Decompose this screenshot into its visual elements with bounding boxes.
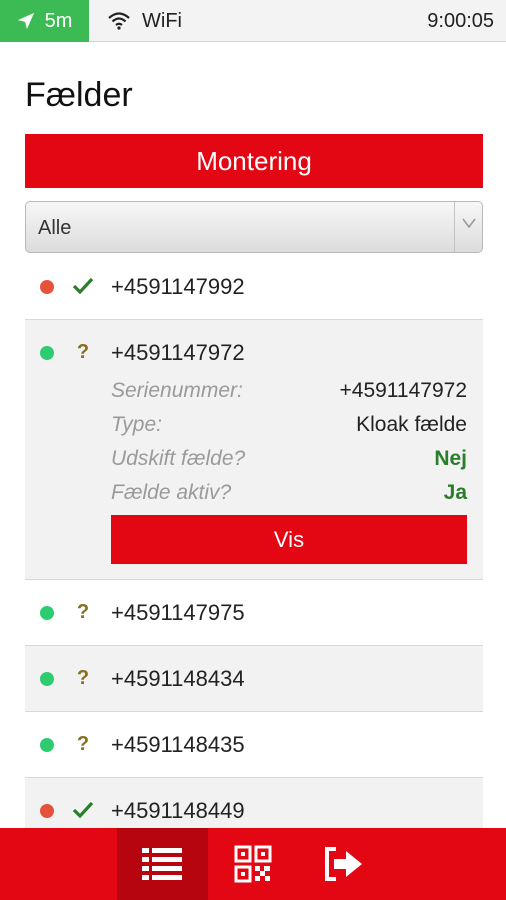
qr-code-icon bbox=[234, 845, 272, 883]
check-icon bbox=[71, 798, 95, 822]
question-icon: ? bbox=[76, 732, 90, 755]
trap-number: +4591147975 bbox=[111, 600, 245, 625]
filter-select-value: Alle bbox=[38, 217, 72, 239]
location-arrow-icon bbox=[17, 12, 34, 30]
location-badge: 5m bbox=[0, 0, 89, 42]
detail-label: Udskift fælde? bbox=[111, 447, 246, 470]
page-title: Fælder bbox=[25, 76, 133, 114]
detail-row-replace: Udskift fælde? Nej bbox=[111, 442, 467, 476]
trap-row[interactable]: ? +4591148434 bbox=[25, 646, 483, 712]
detail-row-active: Fælde aktiv? Ja bbox=[111, 476, 467, 510]
filter-select[interactable]: Alle bbox=[25, 201, 483, 253]
list-icon bbox=[142, 848, 182, 880]
detail-value: Nej bbox=[434, 447, 467, 470]
trap-number: +4591147972 bbox=[111, 340, 245, 365]
detail-label: Fælde aktiv? bbox=[111, 481, 232, 504]
dropdown-arrow bbox=[454, 202, 482, 252]
question-icon: ? bbox=[76, 600, 90, 623]
detail-value: Kloak fælde bbox=[356, 413, 467, 436]
status-bar: 5m WiFi 9:00:05 bbox=[0, 0, 506, 42]
trap-row[interactable]: +4591147992 bbox=[25, 254, 483, 320]
status-dot bbox=[40, 672, 54, 686]
bottom-tab-bar bbox=[0, 828, 506, 900]
trap-row[interactable]: ? +4591147975 bbox=[25, 580, 483, 646]
montering-button[interactable]: Montering bbox=[25, 134, 483, 188]
status-dot bbox=[40, 606, 54, 620]
chevron-down-icon bbox=[461, 218, 476, 228]
network-status: WiFi bbox=[108, 0, 182, 42]
detail-label: Type: bbox=[111, 413, 162, 436]
trap-list: +4591147992 ? +4591147972 Serienummer: +… bbox=[25, 254, 483, 844]
tab-qr-scan[interactable] bbox=[208, 828, 299, 900]
trap-row-expanded[interactable]: ? +4591147972 Serienummer: +4591147972 T… bbox=[25, 320, 483, 580]
detail-row-serial: Serienummer: +4591147972 bbox=[111, 374, 467, 408]
trap-row[interactable]: ? +4591148435 bbox=[25, 712, 483, 778]
question-icon: ? bbox=[76, 340, 90, 363]
trap-details: Serienummer: +4591147972 Type: Kloak fæl… bbox=[111, 374, 467, 510]
trap-number: +4591148435 bbox=[111, 732, 245, 757]
status-dot bbox=[40, 804, 54, 818]
tab-logout[interactable] bbox=[299, 828, 390, 900]
trap-number: +4591148434 bbox=[111, 666, 245, 691]
status-dot bbox=[40, 738, 54, 752]
network-label: WiFi bbox=[142, 9, 182, 32]
tab-list[interactable] bbox=[116, 828, 208, 900]
question-icon: ? bbox=[76, 666, 90, 689]
detail-label: Serienummer: bbox=[111, 379, 243, 402]
detail-value: Ja bbox=[443, 481, 467, 504]
clock: 9:00:05 bbox=[427, 10, 494, 32]
vis-button[interactable]: Vis bbox=[111, 515, 467, 564]
trap-number: +4591148449 bbox=[111, 798, 245, 823]
location-label: 5m bbox=[44, 9, 73, 32]
status-dot bbox=[40, 280, 54, 294]
detail-value: +4591147972 bbox=[339, 379, 468, 402]
wifi-icon bbox=[108, 12, 130, 30]
check-icon bbox=[71, 274, 95, 298]
detail-row-type: Type: Kloak fælde bbox=[111, 408, 467, 442]
status-dot bbox=[40, 346, 54, 360]
logout-icon bbox=[325, 847, 362, 881]
trap-number: +4591147992 bbox=[111, 274, 245, 299]
